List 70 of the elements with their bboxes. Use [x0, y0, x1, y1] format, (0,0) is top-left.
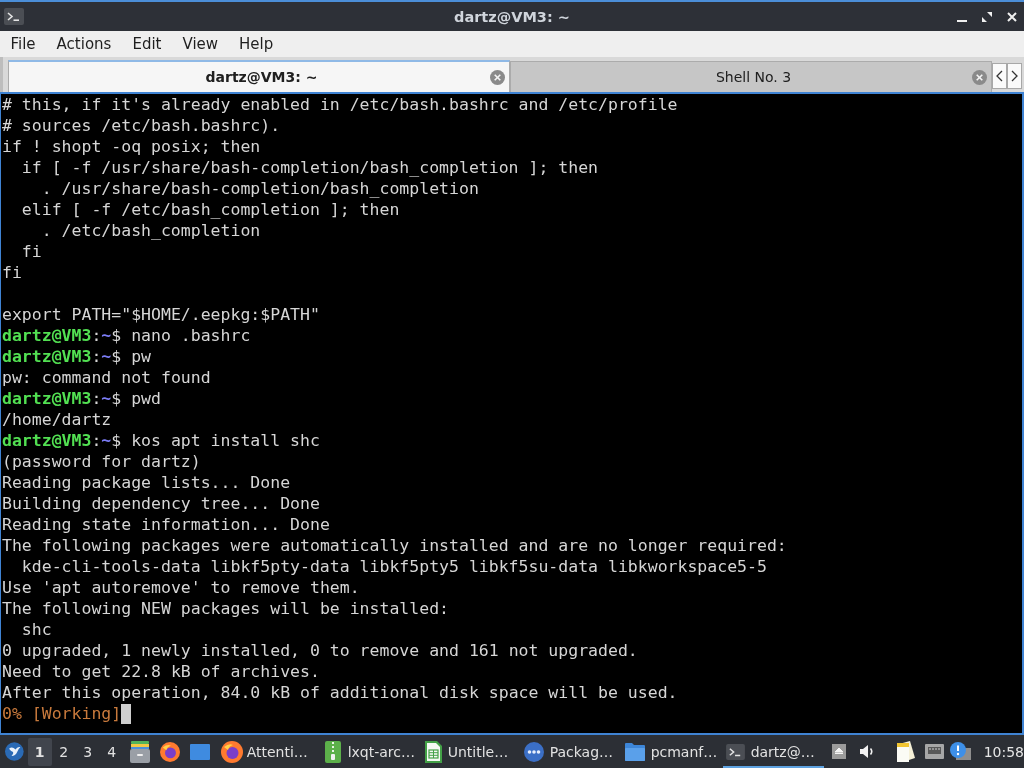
file-cabinet-icon[interactable]: [129, 740, 150, 763]
terminal-line: . /etc/bash_completion: [41, 220, 261, 241]
browser-icon[interactable]: [159, 741, 180, 762]
close-icon[interactable]: [1007, 11, 1017, 22]
terminal-line: Reading state information... Done: [2, 514, 330, 535]
task-button[interactable]: Packag…: [520, 735, 622, 768]
network-icon[interactable]: [924, 744, 944, 759]
desktop-button[interactable]: 2: [51, 737, 76, 766]
task-button[interactable]: pcmanf…: [621, 735, 723, 768]
menu-item[interactable]: View: [171, 33, 229, 55]
terminal-icon: [4, 8, 24, 25]
task-button[interactable]: dartz@…: [722, 735, 824, 768]
alert-icon[interactable]: [949, 741, 971, 762]
clock: 10:58: [983, 743, 1024, 760]
scroll-left-button[interactable]: [992, 63, 1007, 89]
terminal-line: The following packages were automatically installed and are no longer required:: [2, 535, 787, 556]
task-button[interactable]: Attenti…: [217, 735, 319, 768]
archive-icon: [324, 740, 341, 763]
dots-circle-icon: [523, 741, 544, 762]
terminal-line: # this, if it's already enabled in /etc/bash.bashrc and /etc/profile: [2, 94, 678, 115]
desktop-icon[interactable]: [189, 743, 210, 760]
tab[interactable]: dartz@VM3: ~: [8, 60, 510, 92]
menu-item[interactable]: Actions: [46, 33, 122, 55]
volume-icon[interactable]: [859, 744, 876, 759]
terminal-line: The following NEW packages will be installed:: [2, 598, 450, 619]
bird-logo-icon[interactable]: [5, 740, 24, 763]
menu-item[interactable]: Edit: [121, 33, 172, 55]
terminal-line: /home/dartz: [2, 409, 112, 430]
command-line: dartz@VM3:~$ kos apt install shc: [2, 430, 320, 451]
desktop-button[interactable]: 3: [75, 737, 100, 766]
terminal-line: shc: [21, 619, 52, 640]
terminal-line: kde-cli-tools-data libkf5pty-data libkf5pty5 libkf5su-data libkworkspace5-5: [21, 556, 767, 577]
maximize-icon[interactable]: [982, 11, 992, 22]
terminal-icon: [725, 743, 745, 760]
terminal-line: fi: [2, 262, 22, 283]
terminal-line: if ! shopt -oq posix; then: [2, 136, 261, 157]
terminal-line: pw: command not found: [2, 367, 211, 388]
terminal-line: Reading package lists... Done: [2, 472, 291, 493]
progress-text: 0% [Working]: [2, 703, 122, 724]
terminal-line: # sources /etc/bash.bashrc).: [2, 115, 281, 136]
tab[interactable]: Shell No. 3: [510, 61, 992, 92]
command-line: dartz@VM3:~$ pw: [2, 346, 151, 367]
task-button[interactable]: Untitle…: [419, 735, 521, 768]
chevron-right-icon: [1011, 70, 1018, 82]
desktop-button[interactable]: 1: [27, 737, 52, 766]
notepad-icon[interactable]: [896, 741, 915, 762]
terminal-line: export PATH="$HOME/.eepkg:$PATH": [2, 304, 320, 325]
menu-item[interactable]: File: [0, 33, 47, 55]
browser-icon: [220, 740, 243, 763]
terminal-line: Building dependency tree... Done: [2, 493, 320, 514]
terminal-line: elif [ -f /etc/bash_completion ]; then: [21, 199, 400, 220]
chevron-left-icon: [996, 70, 1003, 82]
eject-icon[interactable]: [831, 744, 846, 759]
menu-item[interactable]: Help: [228, 33, 284, 55]
terminal-line: fi: [21, 241, 42, 262]
task-button[interactable]: lxqt-arc…: [318, 735, 420, 768]
command-line: dartz@VM3:~$ pwd: [2, 388, 161, 409]
folder-icon: [624, 742, 645, 761]
window-title: dartz@VM3: ~: [454, 8, 570, 25]
scroll-right-button[interactable]: [1007, 63, 1022, 89]
spreadsheet-icon: [424, 740, 442, 763]
command-line: dartz@VM3:~$ nano .bashrc: [2, 325, 251, 346]
terminal-line: Use 'apt autoremove' to remove them.: [2, 577, 360, 598]
terminal-line: Need to get 22.8 kB of archives.: [2, 661, 320, 682]
desktop-button[interactable]: 4: [99, 737, 124, 766]
terminal-line: . /usr/share/bash-completion/bash_completion: [41, 178, 479, 199]
terminal-line: After this operation, 84.0 kB of additional disk space will be used.: [2, 682, 678, 703]
terminal-line: 0 upgraded, 1 newly installed, 0 to remove and 161 not upgraded.: [2, 640, 638, 661]
terminal-line: (password for dartz): [2, 451, 201, 472]
terminal-line: if [ -f /usr/share/bash-completion/bash_completion ]; then: [21, 157, 599, 178]
